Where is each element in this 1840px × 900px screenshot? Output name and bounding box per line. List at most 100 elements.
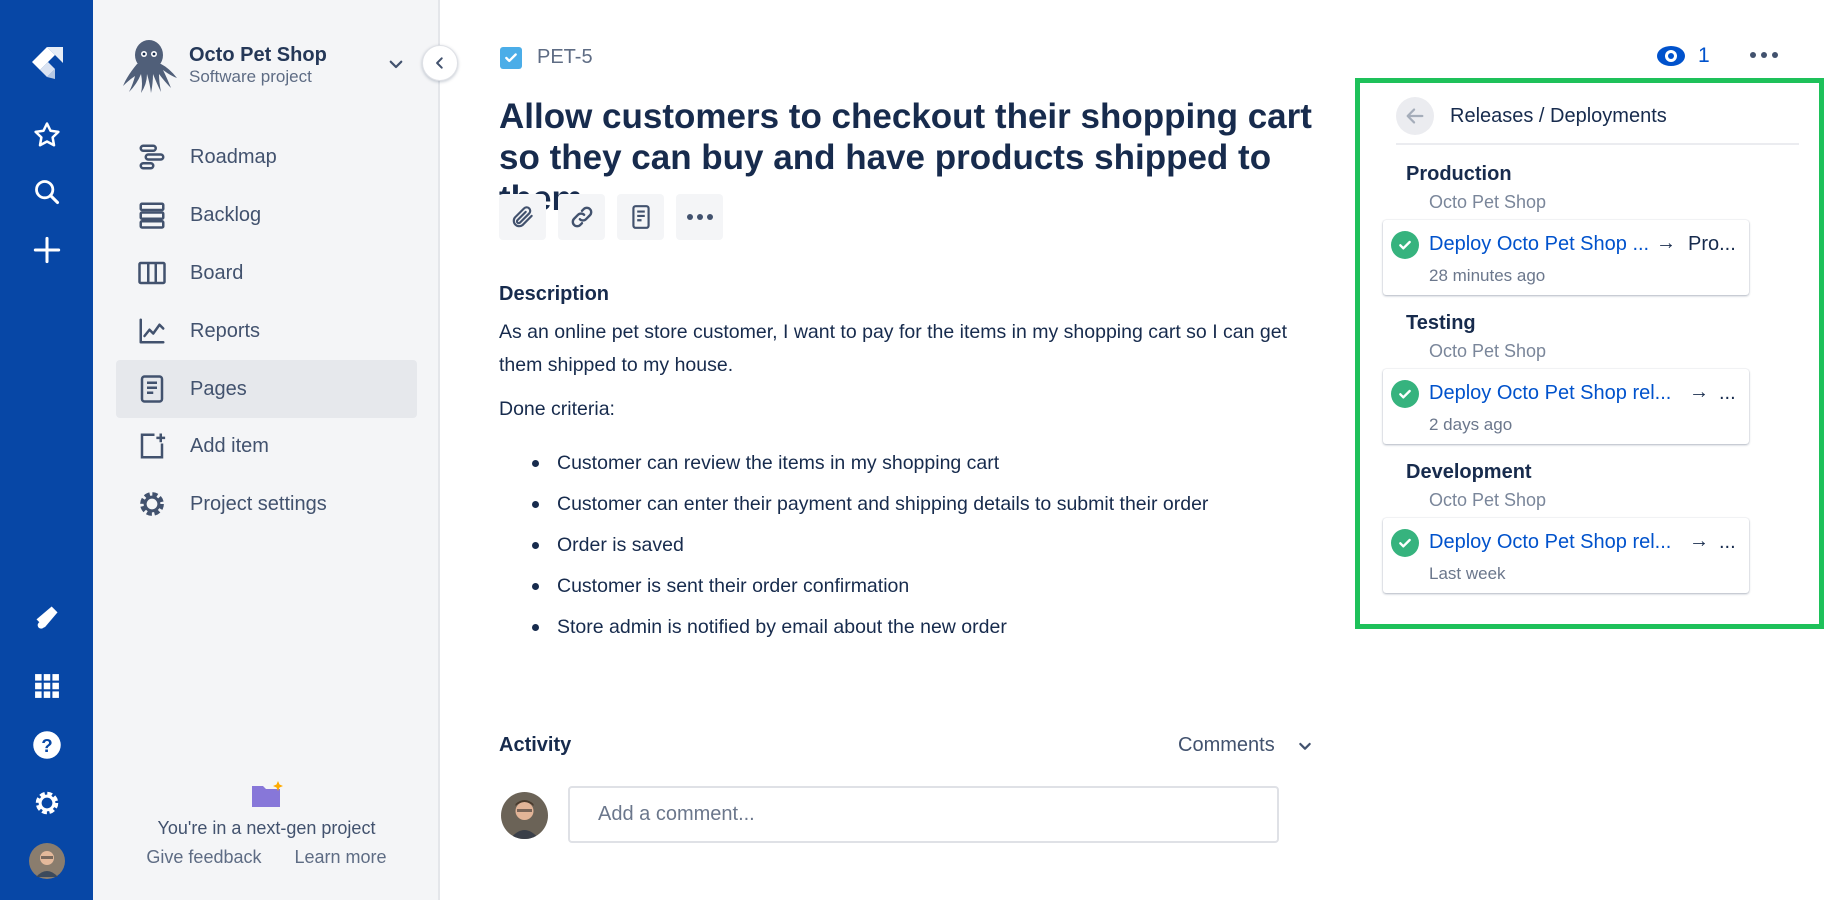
jira-logo-icon[interactable]: [0, 43, 93, 83]
watchers-count: 1: [1698, 44, 1710, 67]
sidebar-item-reports[interactable]: Reports: [116, 302, 417, 360]
deployment-time: Last week: [1429, 564, 1506, 583]
description-text[interactable]: As an online pet store customer, I want …: [499, 316, 1319, 382]
chevron-left-icon: [436, 57, 443, 69]
sidebar-item-label: Add item: [190, 434, 269, 457]
back-button[interactable]: [1396, 97, 1434, 135]
environment-project: Octo Pet Shop: [1429, 341, 1547, 361]
environment-development: Development Octo Pet Shop: [1406, 461, 1546, 511]
collapse-sidebar-button[interactable]: [422, 45, 458, 81]
eye-icon: [1657, 46, 1685, 66]
nextgen-info: You're in a next-gen project Give feedba…: [93, 780, 440, 868]
task-checkbox-icon: [500, 46, 522, 69]
sidebar-item-label: Pages: [190, 377, 247, 400]
sidebar-item-add-item[interactable]: Add item: [116, 417, 417, 475]
releases-deployments-panel: Releases / Deployments Production Octo P…: [1355, 78, 1824, 629]
link-issue-button[interactable]: [558, 194, 605, 240]
backlog-icon: [124, 200, 180, 230]
reports-icon: [124, 316, 180, 346]
project-name: Octo Pet Shop: [189, 44, 327, 66]
panel-header: Releases / Deployments: [1396, 97, 1667, 135]
more-icon: [1750, 52, 1778, 58]
list-item: Customer can enter their payment and shi…: [532, 488, 1208, 529]
global-nav: ?: [0, 0, 93, 900]
environment-name: Production: [1406, 163, 1512, 185]
deployment-card[interactable]: Deploy Octo Pet Shop rel... → ... Last w…: [1383, 518, 1749, 593]
deployment-target: ...: [1719, 382, 1736, 404]
nextgen-text: You're in a next-gen project: [157, 818, 376, 838]
project-sidebar: Octo Pet Shop Software project Roadmap B…: [93, 0, 440, 900]
attach-button[interactable]: [499, 194, 546, 240]
project-type: Software project: [189, 67, 312, 86]
star-icon[interactable]: [0, 115, 93, 155]
link-icon: [571, 206, 592, 228]
octopus-logo-icon: [119, 36, 179, 94]
activity-heading: Activity: [499, 734, 572, 756]
sidebar-item-backlog[interactable]: Backlog: [116, 186, 417, 244]
arrow-right-icon: →: [1656, 232, 1676, 254]
project-switcher[interactable]: Octo Pet Shop Software project: [119, 36, 419, 94]
check-circle-icon: [1391, 380, 1419, 408]
watchers-button[interactable]: 1: [1656, 44, 1710, 68]
list-item: Customer can review the items in my shop…: [532, 447, 1208, 488]
issue-toolbar: [499, 194, 723, 240]
check-circle-icon: [1391, 231, 1419, 259]
issue-more-button[interactable]: [1749, 46, 1779, 64]
environment-project: Octo Pet Shop: [1429, 192, 1547, 212]
sidebar-item-pages[interactable]: Pages: [116, 360, 417, 418]
sidebar-item-label: Roadmap: [190, 145, 277, 168]
comment-input[interactable]: Add a comment...: [568, 786, 1279, 843]
deployment-card[interactable]: Deploy Octo Pet Shop rel... → ... 2 days…: [1383, 369, 1749, 444]
notifications-megaphone-icon[interactable]: [0, 597, 93, 637]
sidebar-item-project-settings[interactable]: Project settings: [116, 475, 417, 533]
list-item: Store admin is notified by email about t…: [532, 611, 1208, 652]
environment-testing: Testing Octo Pet Shop: [1406, 312, 1546, 362]
activity-filter-dropdown[interactable]: Comments: [1178, 734, 1313, 757]
list-item: Customer is sent their order confirmatio…: [532, 570, 1208, 611]
sidebar-item-label: Reports: [190, 319, 261, 342]
user-avatar[interactable]: [0, 841, 93, 881]
arrow-right-icon: →: [1689, 530, 1709, 552]
board-icon: [124, 258, 180, 288]
issue-key-text: PET-5: [537, 46, 593, 68]
pages-icon: [124, 374, 180, 404]
deployment-target: ...: [1719, 531, 1736, 553]
page-icon: [631, 205, 650, 229]
deployment-link[interactable]: Deploy Octo Pet Shop rel...: [1429, 531, 1671, 554]
folder-sparkle-icon: [93, 780, 440, 810]
issue-key[interactable]: PET-5: [500, 46, 593, 69]
add-item-icon: [124, 431, 180, 461]
activity-filter-label: Comments: [1178, 734, 1275, 756]
app-switcher-icon[interactable]: [0, 666, 93, 706]
page-button[interactable]: [617, 194, 664, 240]
deployment-link[interactable]: Deploy Octo Pet Shop rel...: [1429, 382, 1671, 405]
sidebar-item-label: Backlog: [190, 203, 262, 226]
deployment-card[interactable]: Deploy Octo Pet Shop ... → Pro... 28 min…: [1383, 220, 1749, 295]
issue-view: PET-5 Allow customers to checkout their …: [440, 0, 1340, 900]
help-icon[interactable]: ?: [0, 725, 93, 765]
sidebar-item-label: Board: [190, 261, 244, 284]
more-icon: [686, 214, 713, 220]
chevron-down-icon[interactable]: [387, 55, 405, 78]
search-icon[interactable]: [0, 172, 93, 212]
deployment-time: 28 minutes ago: [1429, 266, 1546, 285]
divider: [1396, 143, 1799, 145]
arrow-left-icon: [1406, 108, 1424, 124]
deployment-target: Pro...: [1688, 233, 1736, 255]
arrow-right-icon: →: [1689, 381, 1709, 403]
more-actions-button[interactable]: [676, 194, 723, 240]
check-circle-icon: [1391, 529, 1419, 557]
give-feedback-link[interactable]: Give feedback: [146, 847, 261, 867]
deployment-link[interactable]: Deploy Octo Pet Shop ...: [1429, 233, 1649, 256]
sidebar-item-roadmap[interactable]: Roadmap: [116, 128, 417, 186]
chevron-down-icon: [1298, 742, 1311, 750]
create-plus-icon[interactable]: [0, 230, 93, 270]
learn-more-link[interactable]: Learn more: [295, 847, 387, 867]
done-criteria-label: Done criteria:: [499, 398, 615, 420]
roadmap-icon: [124, 142, 180, 172]
environment-production: Production Octo Pet Shop: [1406, 163, 1546, 213]
settings-gear-icon[interactable]: [0, 783, 93, 823]
paperclip-icon: [512, 206, 533, 228]
sidebar-item-board[interactable]: Board: [116, 244, 417, 302]
deployment-time: 2 days ago: [1429, 415, 1513, 434]
